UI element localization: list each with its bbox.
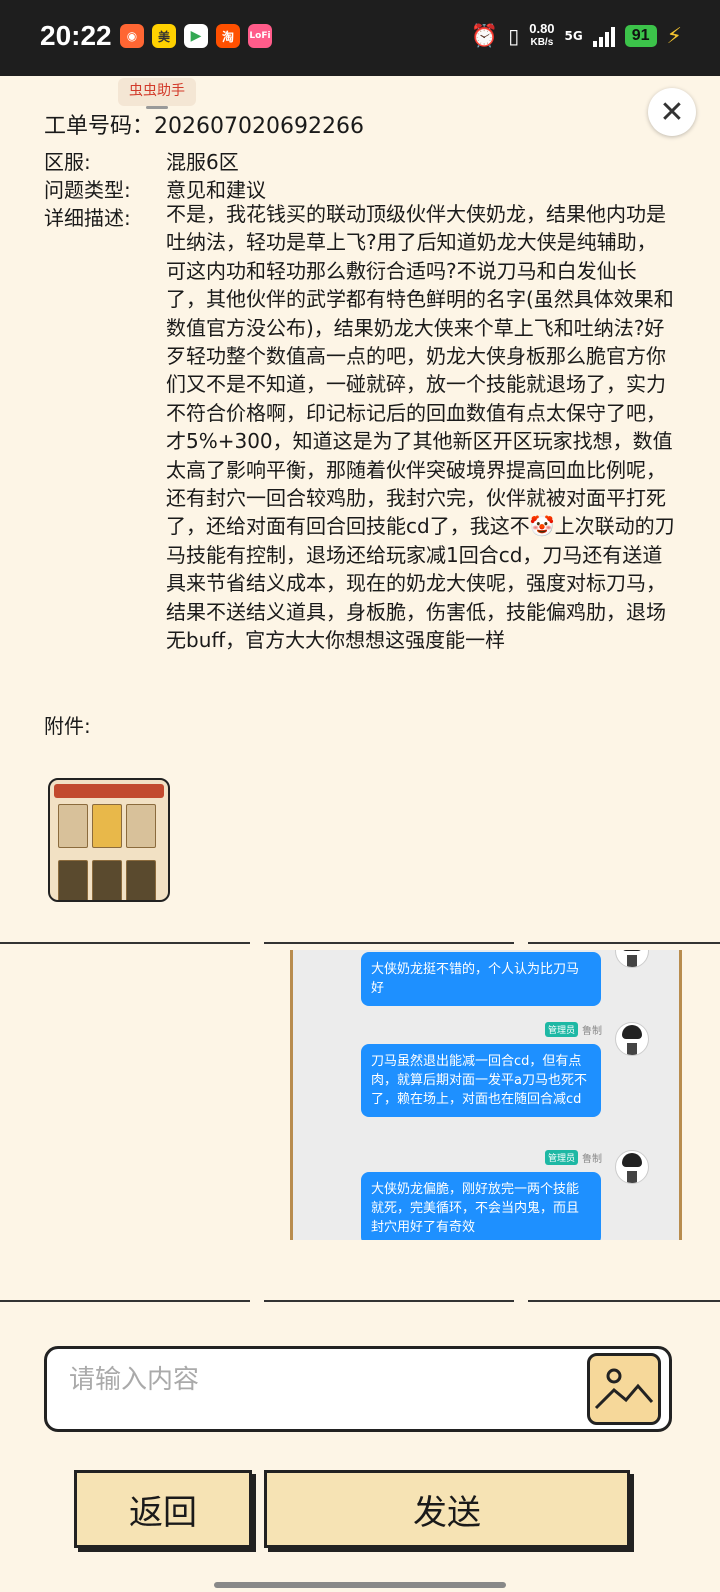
chat-bubble: 大侠奶龙挺不错的，个人认为比刀马好 xyxy=(361,952,601,1006)
taobao-icon: 淘 xyxy=(216,24,240,48)
notification-icons: ◉ 美 ▶ 淘 LoFi xyxy=(120,24,272,48)
chat-bubble: 大侠奶龙偏脆，刚好放完一两个技能就死，完美循环，不会当内鬼，而且封穴用好了有奇效 xyxy=(361,1172,601,1240)
play-store-icon: ▶ xyxy=(184,24,208,48)
message-input[interactable] xyxy=(67,1359,551,1401)
attachment-label: 附件: xyxy=(44,714,91,738)
desc-row: 详细描述: xyxy=(44,202,166,231)
server-row: 区服: 混服6区 xyxy=(44,146,239,175)
dianping-icon: ◉ xyxy=(120,24,144,48)
send-button[interactable]: 发送 xyxy=(264,1470,630,1548)
meituan-icon: 美 xyxy=(152,24,176,48)
desc-label: 详细描述: xyxy=(44,206,131,230)
alarm-icon: ⏰ xyxy=(470,23,499,49)
lofter-icon: LoFi xyxy=(248,24,272,48)
chat-screenshot[interactable]: 大侠奶龙挺不错的，个人认为比刀马好 管理员 鲁制 刀马虽然退出能减一回合cd，但… xyxy=(290,950,682,1240)
image-upload-button[interactable] xyxy=(587,1353,661,1425)
status-indicators: ⏰ ▯ 0.80 KB/s 5G 91 ⚡ xyxy=(471,22,682,50)
avatar xyxy=(615,1022,649,1056)
type-value: 意见和建议 xyxy=(166,178,266,202)
close-icon: ✕ xyxy=(659,94,685,130)
server-label: 区服: xyxy=(44,150,91,174)
avatar xyxy=(615,1150,649,1184)
divider xyxy=(0,1300,720,1302)
back-button[interactable]: 返回 xyxy=(74,1470,252,1548)
type-row: 问题类型: 意见和建议 xyxy=(44,174,266,203)
attachment-thumbnail[interactable] xyxy=(48,778,170,902)
message-input-box xyxy=(44,1346,672,1432)
network-type: 5G xyxy=(564,29,583,43)
home-indicator[interactable] xyxy=(214,1582,506,1588)
ticket-number-value: 202607020692266 xyxy=(154,114,364,139)
image-icon xyxy=(594,1368,654,1410)
ticket-number-label: 工单号码： xyxy=(44,114,155,139)
charging-icon: ⚡ xyxy=(666,23,682,49)
server-value: 混服6区 xyxy=(166,150,239,174)
admin-tag: 管理员 鲁制 xyxy=(545,1150,602,1165)
ticket-number: 工单号码：202607020692266 xyxy=(44,108,364,140)
status-time: 20:22 xyxy=(40,20,112,51)
close-button[interactable]: ✕ xyxy=(648,88,696,136)
signal-icon xyxy=(592,25,615,47)
admin-tag: 管理员 鲁制 xyxy=(545,1022,602,1037)
avatar xyxy=(615,950,649,968)
divider xyxy=(0,942,720,944)
battery-icon: 91 xyxy=(624,25,657,47)
watermark-badge: 虫虫助手 xyxy=(118,78,196,109)
type-label: 问题类型: xyxy=(44,178,131,202)
net-speed: 0.80 KB/s xyxy=(529,21,555,49)
description-text: 不是，我花钱买的联动顶级伙伴大侠奶龙，结果他内功是吐纳法，轻功是草上飞?用了后知… xyxy=(166,202,675,653)
vibrate-icon: ▯ xyxy=(508,24,520,48)
clown-emoji: 🤡 xyxy=(529,514,555,539)
status-bar: 20:22 ◉ 美 ▶ 淘 LoFi ⏰ ▯ 0.80 KB/s 5G 91 ⚡ xyxy=(0,0,720,76)
chat-bubble: 刀马虽然退出能减一回合cd，但有点肉，就算后期对面一发平a刀马也死不了，赖在场上… xyxy=(361,1044,601,1117)
